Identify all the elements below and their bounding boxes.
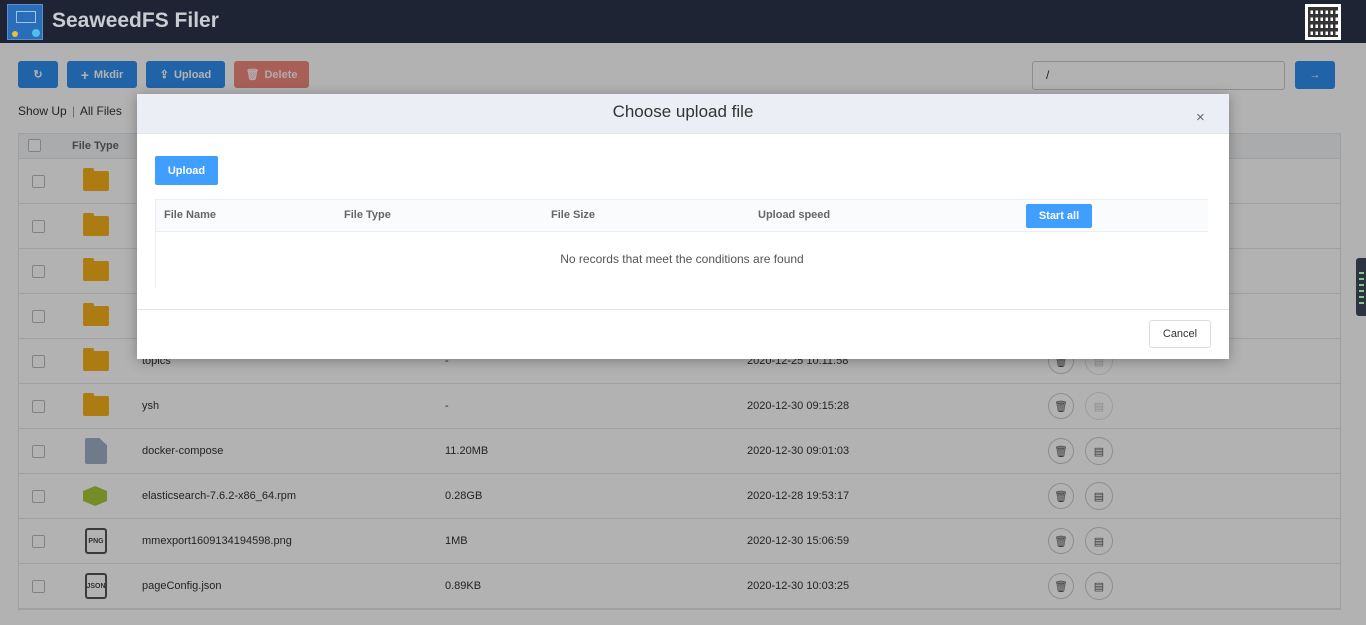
upload-queue-table: File Name File Type File Size Upload spe… bbox=[155, 199, 1208, 288]
dialog-footer: Cancel bbox=[137, 309, 1229, 359]
dialog-header: Choose upload file × bbox=[137, 94, 1229, 134]
choose-file-button[interactable]: Upload bbox=[155, 156, 218, 185]
side-widget-tab[interactable] bbox=[1356, 258, 1366, 316]
seaweedfs-logo[interactable] bbox=[7, 4, 43, 40]
app-header: SeaweedFS Filer bbox=[0, 0, 1366, 43]
column-file-name: File Name bbox=[164, 209, 216, 221]
empty-state-text: No records that meet the conditions are … bbox=[560, 252, 804, 266]
cancel-button[interactable]: Cancel bbox=[1149, 320, 1211, 348]
dialog-title: Choose upload file bbox=[612, 102, 754, 121]
start-all-button[interactable]: Start all bbox=[1026, 204, 1092, 228]
column-upload-speed: Upload speed bbox=[758, 209, 831, 221]
app-title: SeaweedFS Filer bbox=[52, 9, 219, 32]
upload-queue-header: File Name File Type File Size Upload spe… bbox=[156, 199, 1208, 232]
qr-code-icon[interactable] bbox=[1305, 4, 1341, 40]
column-file-size: File Size bbox=[551, 209, 596, 221]
close-icon[interactable]: × bbox=[1196, 110, 1205, 125]
column-file-type: File Type bbox=[344, 209, 391, 221]
upload-dialog: Choose upload file × Upload File Name Fi… bbox=[137, 94, 1229, 359]
